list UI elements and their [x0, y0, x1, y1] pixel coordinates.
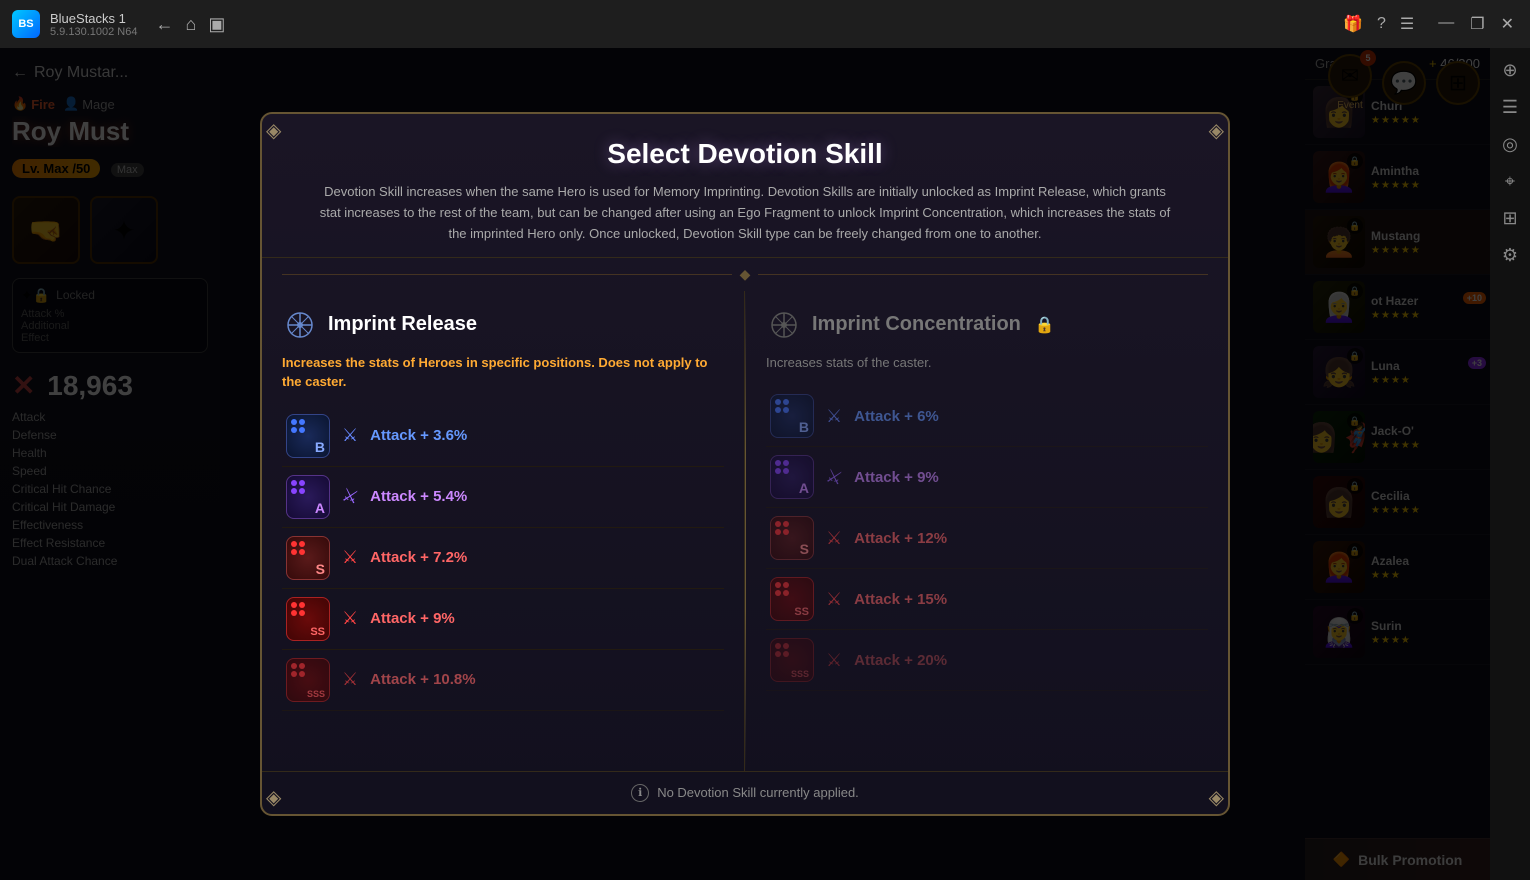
grade-icon-a-right: A: [770, 455, 814, 499]
skill-value-ss-right: Attack + 15%: [854, 591, 947, 608]
skill-value-sss-left: Attack + 10.8%: [370, 671, 475, 688]
strip-icon-4[interactable]: ⌖: [1501, 167, 1519, 196]
sword-icon-b-left: ⚔: [342, 425, 358, 446]
skill-value-ss-left: Attack + 9%: [370, 610, 455, 627]
modal-description: Devotion Skill increases when the same H…: [315, 182, 1175, 244]
no-skill-message: ℹ No Devotion Skill currently applied.: [282, 784, 1208, 802]
divider-left: [282, 274, 732, 275]
strip-icon-5[interactable]: ⊞: [1498, 204, 1521, 233]
info-circle-icon: ℹ: [631, 784, 649, 802]
sword-icon-a-right: ⚔: [824, 465, 845, 489]
corner-tr: ◈: [1209, 118, 1224, 143]
back-nav-icon[interactable]: ←: [155, 14, 173, 35]
imprint-release-title: Imprint Release: [328, 313, 477, 336]
sword-icon-s-left: ⚔: [342, 547, 358, 568]
skill-row-s-left[interactable]: S ⚔ Attack + 7.2%: [282, 528, 724, 589]
imprint-concentration-desc: Increases stats of the caster.: [766, 353, 1208, 373]
home-nav-icon[interactable]: ⌂: [185, 14, 196, 35]
sword-icon-ss-left: ⚔: [342, 608, 358, 629]
modal-title: Select Devotion Skill: [282, 138, 1208, 170]
skill-row-b-right: B ⚔ Attack + 6%: [766, 386, 1208, 447]
imprint-concentration-icon: [766, 307, 802, 343]
skill-value-b-right: Attack + 6%: [854, 408, 939, 425]
skill-row-sss-left[interactable]: SSS ⚔ Attack + 10.8%: [282, 650, 724, 711]
restore-button[interactable]: ❐: [1466, 14, 1488, 34]
corner-tl: ◈: [266, 118, 281, 143]
skill-row-a-right: A ⚔ Attack + 9%: [766, 447, 1208, 508]
sword-icon-sss-left: ⚔: [342, 669, 358, 690]
corner-bl: ◈: [266, 785, 281, 810]
sword-icon-a-left: ⚔: [340, 484, 361, 508]
grade-icon-b-right: B: [770, 394, 814, 438]
grade-icon-a-left: A: [286, 475, 330, 519]
concentration-lock-icon: 🔒: [1035, 315, 1055, 335]
skill-value-s-right: Attack + 12%: [854, 530, 947, 547]
grade-icon-s-left: S: [286, 536, 330, 580]
grade-icon-sss-left: SSS: [286, 658, 330, 702]
sword-icon-ss-right: ⚔: [826, 589, 842, 610]
corner-br: ◈: [1209, 785, 1224, 810]
divider-diamond: ◆: [740, 266, 751, 283]
skill-row-s-right: S ⚔ Attack + 12%: [766, 508, 1208, 569]
imprint-concentration-header: Imprint Concentration 🔒: [766, 307, 1208, 343]
skill-value-sss-right: Attack + 20%: [854, 652, 947, 669]
modal-columns: Imprint Release Increases the stats of H…: [262, 291, 1228, 771]
bluestacks-bar: BS BlueStacks 1 5.9.130.1002 N64 ← ⌂ ▣ 🎁…: [0, 0, 1530, 48]
modal-overlay: ◈ ◈ ◈ ◈ Select Devotion Skill Devotion S…: [0, 48, 1490, 880]
strip-icon-1[interactable]: ⊕: [1498, 56, 1521, 85]
grade-icon-ss-right: SS: [770, 577, 814, 621]
imprint-release-header: Imprint Release: [282, 307, 724, 343]
skill-value-a-right: Attack + 9%: [854, 469, 939, 486]
question-icon[interactable]: ?: [1377, 15, 1386, 33]
skill-row-ss-left[interactable]: SS ⚔ Attack + 9%: [282, 589, 724, 650]
right-strip: ⊕ ☰ ◎ ⌖ ⊞ ⚙: [1490, 48, 1530, 880]
skill-row-sss-right: SSS ⚔ Attack + 20%: [766, 630, 1208, 691]
menu-icon[interactable]: ☰: [1400, 14, 1414, 34]
strip-icon-3[interactable]: ◎: [1498, 130, 1522, 159]
sword-icon-s-right: ⚔: [826, 528, 842, 549]
close-button[interactable]: ✕: [1497, 14, 1518, 34]
minimize-button[interactable]: —: [1434, 14, 1458, 34]
bluestacks-logo: BS: [12, 10, 40, 38]
no-skill-text: No Devotion Skill currently applied.: [657, 785, 859, 800]
modal-divider: ◆: [282, 266, 1208, 283]
skill-value-b-left: Attack + 3.6%: [370, 427, 467, 444]
grade-icon-ss-left: SS: [286, 597, 330, 641]
skill-row-b-left[interactable]: B ⚔ Attack + 3.6%: [282, 406, 724, 467]
strip-icon-2[interactable]: ☰: [1498, 93, 1522, 122]
imprint-release-column: Imprint Release Increases the stats of H…: [262, 291, 745, 771]
skill-value-a-left: Attack + 5.4%: [370, 488, 467, 505]
tabs-nav-icon[interactable]: ▣: [208, 14, 225, 35]
divider-right: [758, 274, 1208, 275]
sword-icon-sss-right: ⚔: [826, 650, 842, 671]
modal-header: Select Devotion Skill Devotion Skill inc…: [262, 114, 1228, 257]
app-version: 5.9.130.1002 N64: [50, 26, 137, 38]
imprint-concentration-column: Imprint Concentration 🔒 Increases stats …: [746, 291, 1228, 771]
devotion-skill-modal: ◈ ◈ ◈ ◈ Select Devotion Skill Devotion S…: [260, 112, 1230, 815]
imprint-concentration-title: Imprint Concentration: [812, 313, 1021, 336]
modal-footer: ℹ No Devotion Skill currently applied.: [262, 771, 1228, 814]
gift-icon[interactable]: 🎁: [1343, 14, 1363, 34]
grade-icon-b-left: B: [286, 414, 330, 458]
imprint-release-icon: [282, 307, 318, 343]
app-title: BlueStacks 1: [50, 11, 137, 26]
skill-value-s-left: Attack + 7.2%: [370, 549, 467, 566]
sword-icon-b-right: ⚔: [826, 406, 842, 427]
imprint-release-desc: Increases the stats of Heroes in specifi…: [282, 353, 724, 392]
skill-row-ss-right: SS ⚔ Attack + 15%: [766, 569, 1208, 630]
grade-icon-sss-right: SSS: [770, 638, 814, 682]
skill-row-a-left[interactable]: A ⚔ Attack + 5.4%: [282, 467, 724, 528]
grade-icon-s-right: S: [770, 516, 814, 560]
strip-icon-6[interactable]: ⚙: [1498, 241, 1522, 270]
